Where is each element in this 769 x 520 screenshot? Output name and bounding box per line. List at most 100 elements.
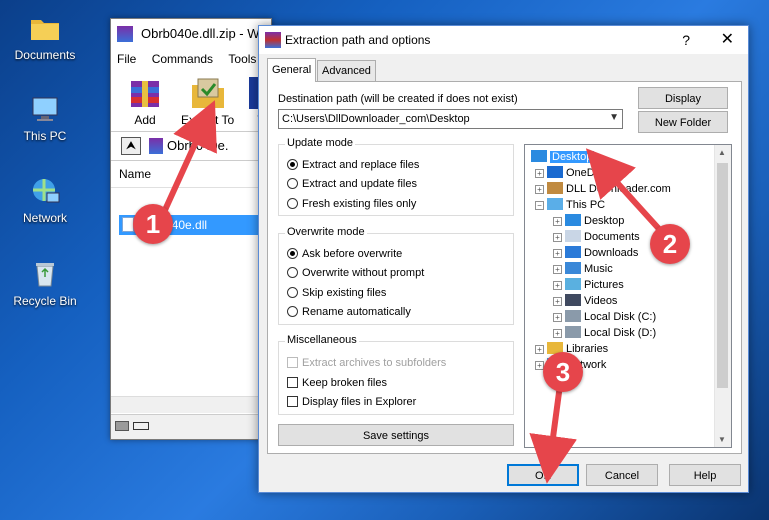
help-title-button[interactable]: ?	[682, 26, 690, 54]
tree-node[interactable]: − This PC	[535, 197, 605, 213]
menu-tools[interactable]: Tools	[228, 52, 256, 66]
expand-icon[interactable]: +	[553, 233, 562, 242]
tree-node-label: Desktop	[584, 215, 625, 227]
desktop-icon-label: Network	[22, 211, 67, 225]
new-folder-button[interactable]: New Folder	[638, 111, 728, 133]
winrar-app-icon	[117, 26, 133, 42]
tree-node[interactable]: Desktop	[531, 149, 595, 165]
tree-node-label: Libraries	[566, 343, 609, 355]
checkbox-extract-to-subfolders[interactable]: Extract archives to subfolders	[287, 355, 446, 371]
expand-icon[interactable]: +	[553, 249, 562, 258]
option-label: Rename automatically	[302, 306, 411, 318]
menu-commands[interactable]: Commands	[152, 52, 213, 66]
desktop-icon	[565, 214, 581, 226]
expand-icon[interactable]: +	[553, 329, 562, 338]
radio-icon	[287, 287, 298, 298]
tree-node-label: Music	[584, 263, 613, 275]
tree-node[interactable]: + DLL Downloader.com	[535, 181, 671, 197]
tree-node[interactable]: + Local Disk (D:)	[553, 325, 656, 341]
tree-node[interactable]: + Downloads	[553, 245, 638, 261]
collapse-icon[interactable]: −	[535, 201, 544, 210]
folder-tree[interactable]: Desktop + OneDrive + DLL Downloader.com − This…	[524, 144, 732, 448]
tree-node-label: Downloads	[584, 247, 639, 259]
checkbox-icon	[287, 357, 298, 368]
winrar-app-icon	[265, 32, 281, 48]
tree-node[interactable]: + Local Disk (C:)	[553, 309, 656, 325]
music-icon	[565, 262, 581, 274]
expand-icon[interactable]: +	[553, 297, 562, 306]
checkbox-icon	[287, 377, 298, 388]
ok-button[interactable]: OK	[507, 464, 579, 486]
winrar-path-bar: ⮝ Obrb040e.	[111, 132, 271, 161]
expand-icon[interactable]: +	[553, 265, 562, 274]
radio-extract-update[interactable]: Extract and update files	[287, 176, 417, 192]
menu-file[interactable]: File	[117, 52, 136, 66]
tree-node[interactable]: + Documents	[553, 229, 640, 245]
radio-extract-replace[interactable]: Extract and replace files	[287, 157, 419, 173]
winrar-title-bar[interactable]: Obrb040e.dll.zip - W	[111, 19, 271, 49]
videos-icon	[565, 294, 581, 306]
radio-selected-icon	[287, 159, 298, 170]
tree-node-label: Pictures	[584, 279, 624, 291]
tree-node[interactable]: + Music	[553, 261, 613, 277]
desktop-icon-documents[interactable]: Documents	[5, 12, 85, 62]
expand-icon[interactable]: +	[553, 217, 562, 226]
tab-general[interactable]: General	[267, 58, 317, 82]
computer-icon	[547, 198, 563, 210]
option-label: Overwrite without prompt	[302, 267, 425, 279]
dialog-title-bar[interactable]: Extraction path and options ? ✕	[259, 26, 748, 54]
winrar-toolbar: Add Extract To T	[111, 69, 271, 132]
radio-icon	[287, 267, 298, 278]
save-settings-button[interactable]: Save settings	[278, 424, 514, 446]
close-icon[interactable]: ✕	[721, 26, 734, 54]
tab-advanced[interactable]: Advanced	[317, 60, 376, 81]
drive-icon	[565, 310, 581, 322]
option-label: Extract archives to subfolders	[302, 357, 447, 369]
tree-node[interactable]: + Pictures	[553, 277, 624, 293]
drive-icon	[565, 326, 581, 338]
up-folder-button[interactable]: ⮝	[121, 137, 141, 155]
miscellaneous-group: Miscellaneous Extract archives to subfol…	[278, 334, 514, 415]
chevron-down-icon[interactable]: ▼	[609, 112, 619, 123]
radio-fresh-existing[interactable]: Fresh existing files only	[287, 196, 416, 212]
desktop-icon-label: Recycle Bin	[13, 294, 77, 308]
radio-overwrite-without-prompt[interactable]: Overwrite without prompt	[287, 265, 424, 281]
help-button[interactable]: Help	[669, 464, 741, 486]
radio-icon	[287, 306, 298, 317]
recycle-bin-icon	[29, 258, 61, 290]
miscellaneous-title: Miscellaneous	[285, 334, 359, 346]
cancel-button[interactable]: Cancel	[586, 464, 658, 486]
column-header-name[interactable]: Name	[111, 161, 271, 188]
expand-icon[interactable]: +	[535, 345, 544, 354]
user-icon	[547, 182, 563, 194]
tree-node[interactable]: + Desktop	[553, 213, 624, 229]
scroll-up-icon[interactable]: ▲	[718, 148, 726, 157]
destination-path-combo[interactable]: C:\Users\DllDownloader_com\Desktop ▼	[278, 109, 623, 129]
tree-node[interactable]: + Videos	[553, 293, 617, 309]
expand-icon[interactable]: +	[535, 169, 544, 178]
radio-skip-existing[interactable]: Skip existing files	[287, 285, 386, 301]
tree-node-label: Local Disk (D:)	[584, 327, 657, 339]
winrar-horizontal-scrollbar[interactable]	[111, 396, 271, 413]
display-button[interactable]: Display	[638, 87, 728, 109]
network-icon	[29, 175, 61, 207]
step-marker-2: 2	[650, 224, 690, 264]
tree-node-label: Documents	[584, 231, 640, 243]
checkbox-display-in-explorer[interactable]: Display files in Explorer	[287, 394, 416, 410]
desktop-icon-label: This PC	[23, 129, 67, 143]
desktop-icon-this-pc[interactable]: This PC	[5, 93, 85, 143]
expand-icon[interactable]: +	[553, 281, 562, 290]
radio-ask-before-overwrite[interactable]: Ask before overwrite	[287, 246, 402, 262]
radio-rename-automatically[interactable]: Rename automatically	[287, 304, 411, 320]
desktop-icon-recycle-bin[interactable]: Recycle Bin	[5, 258, 85, 308]
expand-icon[interactable]: +	[553, 313, 562, 322]
scrollbar-thumb[interactable]	[717, 163, 728, 388]
scroll-down-icon[interactable]: ▼	[718, 435, 726, 444]
tree-vertical-scrollbar[interactable]: ▲ ▼	[714, 145, 731, 447]
expand-icon[interactable]: +	[535, 185, 544, 194]
desktop-icon-network[interactable]: Network	[5, 175, 85, 225]
add-button[interactable]: Add	[125, 75, 165, 127]
tree-node[interactable]: + OneDrive	[535, 165, 612, 181]
checkbox-keep-broken-files[interactable]: Keep broken files	[287, 375, 387, 391]
extract-to-button[interactable]: Extract To	[181, 75, 234, 127]
